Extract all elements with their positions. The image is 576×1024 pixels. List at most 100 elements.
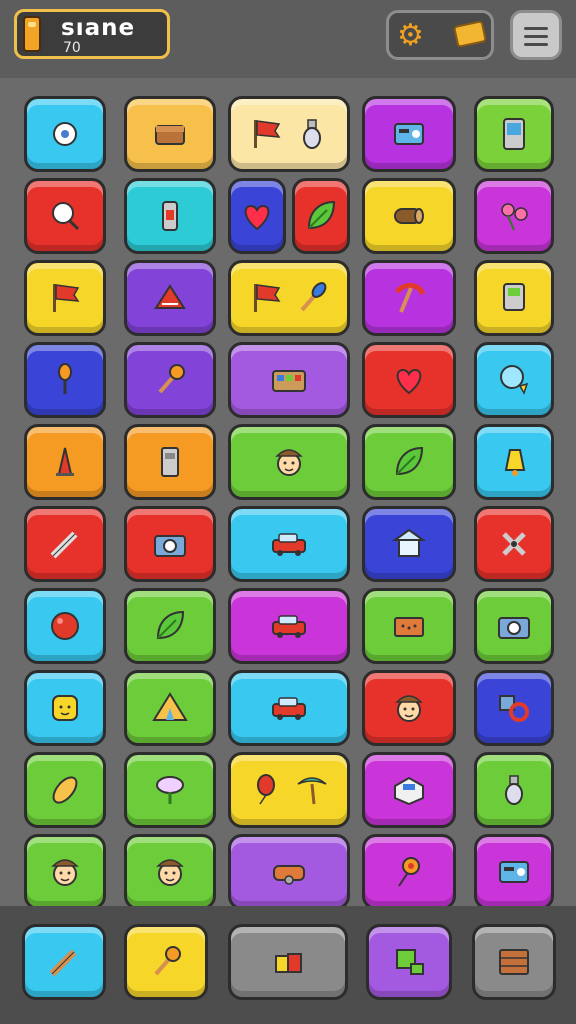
mirror-icon bbox=[500, 365, 529, 395]
tree-icon bbox=[156, 776, 184, 804]
tile-r2-c3-b[interactable] bbox=[292, 178, 350, 254]
coin-icon bbox=[23, 16, 41, 52]
car-icon bbox=[272, 533, 306, 556]
camera-icon bbox=[498, 617, 530, 639]
gazebo-icon bbox=[391, 528, 427, 557]
tile-r6-c5[interactable] bbox=[474, 506, 554, 582]
cube-icon bbox=[396, 949, 424, 975]
face-icon bbox=[51, 859, 79, 886]
leaf-icon bbox=[156, 610, 185, 640]
brush-icon bbox=[300, 282, 327, 312]
tile-r7-c5[interactable] bbox=[474, 588, 554, 664]
tile-r5-c1[interactable] bbox=[24, 424, 106, 500]
palm-icon bbox=[297, 777, 327, 805]
tile-r7-c4[interactable] bbox=[362, 588, 456, 664]
bullet-icon bbox=[52, 776, 78, 804]
tile-r3-c5[interactable] bbox=[474, 260, 554, 336]
tile-r7-c3[interactable] bbox=[228, 588, 350, 664]
tile-r3-c1[interactable] bbox=[24, 260, 106, 336]
magnifier-icon bbox=[52, 202, 80, 231]
pencil-icon bbox=[50, 531, 78, 559]
tile-r9-c4[interactable] bbox=[362, 752, 456, 828]
flowers-icon bbox=[501, 203, 528, 231]
tile-r10-c5[interactable] bbox=[474, 834, 554, 910]
tile-r10-c4[interactable] bbox=[362, 834, 456, 910]
tile-r4-c3[interactable] bbox=[228, 342, 350, 418]
tray-slot-5[interactable] bbox=[472, 924, 556, 1000]
box-icon bbox=[394, 776, 424, 806]
face-icon bbox=[156, 859, 184, 886]
chest-icon bbox=[155, 125, 185, 145]
tile-r8-c3[interactable] bbox=[228, 670, 350, 746]
camera-icon bbox=[154, 535, 186, 557]
tray-slot-3[interactable] bbox=[228, 924, 348, 1000]
tray-slot-1[interactable] bbox=[22, 924, 106, 1000]
ring-icon bbox=[499, 695, 529, 722]
tile-r1-c2[interactable] bbox=[124, 96, 216, 172]
tile-r9-c5[interactable] bbox=[474, 752, 554, 828]
tile-r6-c2[interactable] bbox=[124, 506, 216, 582]
tile-r6-c4[interactable] bbox=[362, 506, 456, 582]
player-score: 70 bbox=[63, 40, 81, 56]
tile-r8-c2[interactable] bbox=[124, 670, 216, 746]
face-icon bbox=[275, 449, 303, 476]
tile-r5-c3[interactable] bbox=[228, 424, 350, 500]
gear-icon[interactable]: ⚙ bbox=[397, 19, 424, 53]
tile-r5-c5[interactable] bbox=[474, 424, 554, 500]
tile-r8-c4[interactable] bbox=[362, 670, 456, 746]
tile-r10-c3[interactable] bbox=[228, 834, 350, 910]
treasure-chest-icon[interactable] bbox=[453, 20, 487, 48]
tile-r5-c4[interactable] bbox=[362, 424, 456, 500]
tile-r7-c2[interactable] bbox=[124, 588, 216, 664]
heart-icon bbox=[244, 204, 270, 231]
top-bar: sıane 70 ⚙ bbox=[0, 0, 576, 78]
flag-icon bbox=[254, 284, 281, 312]
tile-r3-c4[interactable] bbox=[362, 260, 456, 336]
flag-icon bbox=[254, 120, 281, 148]
scarf-icon bbox=[154, 284, 186, 309]
tile-r3-c3[interactable] bbox=[228, 260, 350, 336]
tile-r10-c1[interactable] bbox=[24, 834, 106, 910]
player-panel[interactable]: sıane 70 bbox=[14, 9, 170, 59]
tray-slot-2[interactable] bbox=[124, 924, 208, 1000]
menu-button[interactable] bbox=[510, 10, 562, 60]
tile-r3-c2[interactable] bbox=[124, 260, 216, 336]
tile-r2-c1[interactable] bbox=[24, 178, 106, 254]
tent-icon bbox=[152, 692, 188, 721]
tile-r1-c5[interactable] bbox=[474, 96, 554, 172]
tile-r1-c3[interactable] bbox=[228, 96, 350, 172]
tile-r4-c2[interactable] bbox=[124, 342, 216, 418]
car-icon bbox=[272, 697, 306, 720]
tile-r6-c1[interactable] bbox=[24, 506, 106, 582]
tile-r4-c1[interactable] bbox=[24, 342, 106, 418]
tile-r4-c4[interactable] bbox=[362, 342, 456, 418]
actions-panel: ⚙ bbox=[386, 10, 494, 60]
tile-r6-c3[interactable] bbox=[228, 506, 350, 582]
microphone-icon bbox=[158, 364, 185, 394]
tile-r10-c2[interactable] bbox=[124, 834, 216, 910]
phone-icon bbox=[162, 201, 178, 231]
tile-r2-c2[interactable] bbox=[124, 178, 216, 254]
tile-r5-c2[interactable] bbox=[124, 424, 216, 500]
crate-icon bbox=[499, 949, 529, 975]
tile-r1-c1[interactable] bbox=[24, 96, 106, 172]
tile-r8-c1[interactable] bbox=[24, 670, 106, 746]
tile-r9-c1[interactable] bbox=[24, 752, 106, 828]
tile-r7-c1[interactable] bbox=[24, 588, 106, 664]
tile-r9-c2[interactable] bbox=[124, 752, 216, 828]
cone-icon bbox=[56, 447, 74, 476]
car-icon bbox=[272, 615, 306, 638]
tile-r4-c5[interactable] bbox=[474, 342, 554, 418]
tile-r9-c3[interactable] bbox=[228, 752, 350, 828]
tile-r1-c4[interactable] bbox=[362, 96, 456, 172]
leaf-icon bbox=[307, 200, 336, 230]
log-icon bbox=[394, 208, 424, 224]
tile-r2-c3-a[interactable] bbox=[228, 178, 286, 254]
pickaxe-icon bbox=[395, 283, 426, 313]
tile-r8-c5[interactable] bbox=[474, 670, 554, 746]
tile-r2-c4[interactable] bbox=[362, 178, 456, 254]
bell-icon bbox=[504, 449, 526, 476]
tile-r2-c5[interactable] bbox=[474, 178, 554, 254]
tray-slot-4[interactable] bbox=[366, 924, 452, 1000]
bottle-icon bbox=[505, 775, 523, 805]
